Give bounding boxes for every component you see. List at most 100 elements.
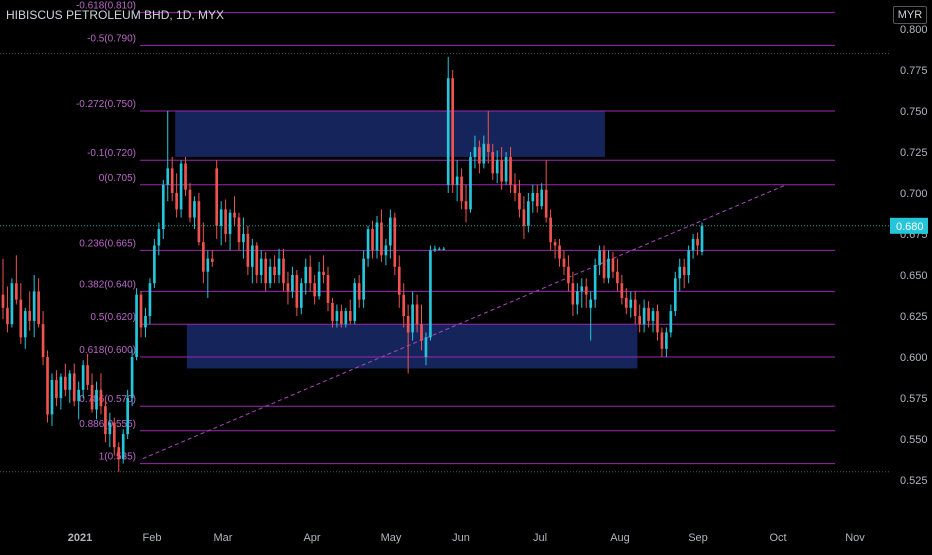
candle-body-101[interactable] (451, 78, 455, 185)
candle-body-93[interactable] (415, 304, 419, 325)
candle-body-125[interactable] (558, 245, 561, 259)
candle-body-12[interactable] (55, 379, 58, 398)
candle-body-95[interactable] (424, 337, 428, 357)
candle-body-123[interactable] (549, 217, 552, 243)
candle-body-91[interactable] (406, 316, 410, 333)
candle-body-7[interactable] (32, 291, 36, 321)
candle-body-40[interactable] (179, 163, 183, 210)
candle-body-3[interactable] (15, 283, 18, 300)
candle-body-137[interactable] (611, 258, 615, 272)
candle-body-121[interactable] (540, 189, 544, 207)
candle-body-42[interactable] (188, 189, 192, 218)
candle-body-24[interactable] (108, 422, 112, 435)
candle-body-5[interactable] (23, 311, 27, 338)
candle-body-111[interactable] (495, 160, 499, 174)
candle-body-25[interactable] (112, 422, 116, 448)
candle-body-148[interactable] (660, 332, 664, 349)
candle-body-85[interactable] (380, 222, 383, 256)
candle-body-16[interactable] (72, 373, 76, 402)
candle-body-61[interactable] (273, 266, 276, 275)
candle-body-58[interactable] (259, 258, 263, 275)
candle-body-143[interactable] (638, 316, 642, 325)
candle-body-77[interactable] (344, 311, 348, 325)
candle-body-84[interactable] (375, 222, 379, 251)
candle-body-22[interactable] (99, 389, 103, 407)
candle-body-38[interactable] (170, 168, 174, 193)
candle-body-107[interactable] (478, 147, 481, 164)
candle-body-122[interactable] (544, 189, 548, 218)
candle-body-4[interactable] (19, 299, 23, 338)
candle-body-55[interactable] (246, 234, 250, 267)
candle-body-151[interactable] (673, 278, 677, 312)
candle-body-44[interactable] (197, 201, 201, 243)
candle-body-138[interactable] (616, 271, 619, 284)
candle-body-102[interactable] (455, 176, 459, 185)
candle-body-57[interactable] (255, 245, 259, 275)
candle-body-14[interactable] (63, 376, 67, 390)
candle-body-64[interactable] (286, 283, 290, 292)
candle-body-87[interactable] (389, 217, 392, 246)
candle-body-135[interactable] (602, 250, 606, 279)
candle-body-83[interactable] (371, 229, 374, 251)
candle-body-100[interactable] (446, 78, 450, 185)
candle-body-103[interactable] (460, 176, 463, 202)
candle-body-15[interactable] (68, 373, 72, 390)
candle-body-114[interactable] (509, 156, 512, 185)
candle-body-1[interactable] (6, 307, 9, 325)
candle-body-43[interactable] (193, 201, 196, 218)
candle-body-13[interactable] (59, 376, 63, 398)
candle-body-150[interactable] (669, 311, 673, 333)
candle-body-132[interactable] (589, 299, 593, 308)
candle-body-136[interactable] (607, 258, 610, 279)
candle-body-11[interactable] (50, 379, 54, 415)
candle-body-154[interactable] (687, 250, 690, 275)
candle-body-149[interactable] (665, 332, 668, 349)
candle-body-68[interactable] (304, 266, 308, 284)
candle-body-32[interactable] (144, 316, 147, 328)
candle-body-104[interactable] (464, 201, 468, 210)
candle-body-145[interactable] (647, 307, 650, 321)
candle-body-115[interactable] (513, 184, 517, 193)
candle-body-131[interactable] (584, 286, 588, 295)
candle-body-21[interactable] (95, 389, 98, 410)
candle-body-146[interactable] (651, 311, 655, 321)
currency-badge[interactable]: MYR (893, 6, 927, 24)
candle-body-41[interactable] (184, 163, 187, 190)
candle-body-139[interactable] (620, 283, 624, 298)
candle-body-156[interactable] (696, 238, 699, 246)
candle-body-23[interactable] (104, 406, 107, 435)
candle-body-72[interactable] (322, 271, 325, 275)
candle-body-142[interactable] (633, 299, 637, 316)
zone-box-0[interactable] (175, 111, 605, 157)
candle-body-112[interactable] (500, 160, 503, 182)
candle-body-70[interactable] (313, 283, 316, 297)
candle-body-29[interactable] (130, 357, 134, 398)
chart-svg[interactable]: -0.618(0.810)-0.5(0.790)-0.272(0.750)-0.… (0, 0, 932, 550)
candle-body-18[interactable] (81, 365, 85, 390)
candle-body-157[interactable] (700, 225, 704, 253)
candle-body-28[interactable] (126, 398, 129, 435)
candle-body-47[interactable] (210, 258, 214, 262)
candle-body-120[interactable] (535, 193, 539, 207)
candle-body-9[interactable] (41, 324, 45, 357)
candle-body-56[interactable] (250, 245, 254, 267)
candle-body-108[interactable] (482, 143, 486, 164)
candle-body-17[interactable] (77, 389, 81, 402)
candle-body-75[interactable] (335, 311, 339, 321)
candle-body-31[interactable] (139, 294, 143, 328)
candle-body-73[interactable] (326, 275, 330, 303)
candle-body-109[interactable] (486, 143, 490, 152)
candle-body-8[interactable] (37, 291, 40, 325)
candle-body-113[interactable] (504, 156, 508, 182)
candle-body-48[interactable] (215, 168, 219, 226)
candle-body-99[interactable] (442, 248, 446, 250)
candle-body-66[interactable] (295, 275, 299, 308)
candle-body-133[interactable] (593, 265, 597, 300)
candle-body-118[interactable] (527, 201, 530, 226)
candle-body-19[interactable] (86, 365, 89, 385)
candle-body-96[interactable] (429, 250, 432, 338)
candle-body-106[interactable] (473, 147, 477, 157)
candle-body-52[interactable] (233, 212, 236, 218)
candle-body-49[interactable] (219, 209, 223, 226)
candle-body-26[interactable] (117, 447, 121, 459)
